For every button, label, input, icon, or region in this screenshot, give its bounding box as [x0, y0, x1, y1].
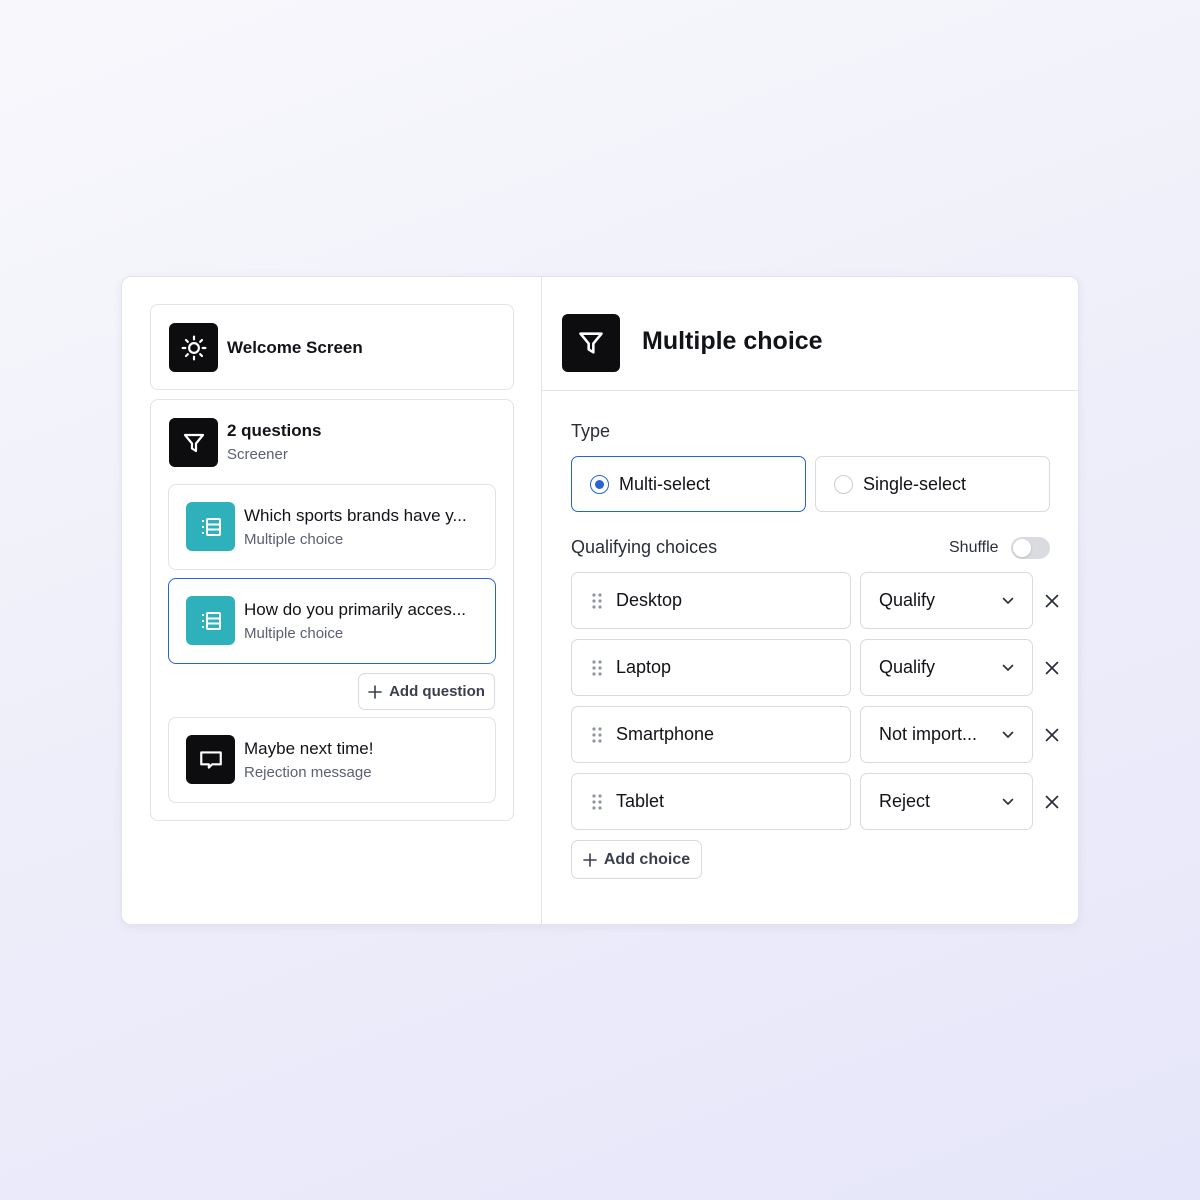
choice-rule-select[interactable]: Reject [860, 773, 1033, 830]
plus-icon [368, 684, 382, 699]
radio-unselected-icon [834, 474, 853, 494]
choice-label: Desktop [616, 590, 683, 610]
question-title: Which sports brands have y... [244, 506, 467, 525]
screener-subtitle: Screener [227, 446, 288, 463]
drag-handle-icon[interactable] [592, 726, 602, 743]
choice-rule-select[interactable]: Qualify [860, 639, 1033, 696]
question-title: How do you primarily acces... [244, 600, 467, 619]
choice-input[interactable]: Tablet [571, 773, 851, 830]
chevron-down-icon [1002, 597, 1014, 604]
single-select-label: Single-select [863, 473, 967, 494]
type-label: Type [571, 421, 611, 441]
choice-label: Smartphone [616, 724, 715, 744]
drag-handle-icon[interactable] [592, 592, 602, 609]
drag-handle-icon[interactable] [592, 793, 602, 810]
radio-selected-icon [590, 474, 609, 494]
qualifying-choices-label: Qualifying choices [571, 537, 718, 557]
shuffle-toggle[interactable] [1011, 537, 1050, 559]
question-editor: Multiple choice Type Multi-select Single… [542, 277, 1078, 924]
screener-title: 2 questions [227, 421, 322, 440]
choice-label: Laptop [616, 657, 672, 677]
remove-choice-button[interactable] [1041, 657, 1063, 679]
survey-builder-window: Welcome Screen 2 questions Screener Whic… [121, 276, 1079, 925]
add-choice-label: Add choice [603, 850, 691, 868]
choice-rule-value: Reject [879, 791, 931, 811]
plus-icon [583, 852, 597, 867]
filter-icon [169, 418, 218, 467]
screener-group: 2 questions Screener Which sports brands… [150, 399, 514, 821]
message-icon [186, 735, 235, 784]
rejection-subtitle: Rejection message [244, 764, 372, 781]
choice-input[interactable]: Laptop [571, 639, 851, 696]
question-item[interactable]: Which sports brands have y... Multiple c… [168, 484, 496, 570]
chevron-down-icon [1002, 664, 1014, 671]
single-select-option[interactable]: Single-select [815, 456, 1050, 512]
question-type: Multiple choice [244, 625, 344, 642]
shuffle-label: Shuffle [949, 539, 999, 556]
sun-icon [169, 323, 218, 372]
choice-rule-value: Qualify [879, 657, 936, 677]
multi-select-option[interactable]: Multi-select [571, 456, 806, 512]
rejection-message-card[interactable]: Maybe next time! Rejection message [168, 717, 496, 803]
add-choice-button[interactable]: Add choice [571, 840, 702, 879]
remove-choice-button[interactable] [1041, 724, 1063, 746]
welcome-screen-title: Welcome Screen [227, 338, 363, 357]
editor-header: Multiple choice [542, 277, 1078, 391]
welcome-screen-card[interactable]: Welcome Screen [150, 304, 514, 390]
question-type: Multiple choice [244, 531, 344, 548]
close-icon [1045, 594, 1059, 608]
choice-rule-value: Qualify [879, 590, 936, 610]
list-icon [186, 502, 235, 551]
choice-rule-select[interactable]: Qualify [860, 572, 1033, 629]
rejection-title: Maybe next time! [244, 739, 374, 758]
page-title: Multiple choice [642, 327, 823, 355]
question-item-selected[interactable]: How do you primarily acces... Multiple c… [168, 578, 496, 664]
multi-select-label: Multi-select [619, 473, 711, 494]
chevron-down-icon [1002, 731, 1014, 738]
choice-input[interactable]: Smartphone [571, 706, 851, 763]
chevron-down-icon [1002, 798, 1014, 805]
filter-icon [562, 314, 620, 372]
choice-rule-value: Not import... [879, 724, 978, 744]
close-icon [1045, 661, 1059, 675]
choice-input[interactable]: Desktop [571, 572, 851, 629]
drag-handle-icon[interactable] [592, 659, 602, 676]
remove-choice-button[interactable] [1041, 791, 1063, 813]
close-icon [1045, 795, 1059, 809]
remove-choice-button[interactable] [1041, 590, 1063, 612]
choice-label: Tablet [616, 791, 665, 811]
sidebar: Welcome Screen 2 questions Screener Whic… [122, 277, 542, 924]
add-question-label: Add question [389, 683, 485, 700]
choice-rule-select[interactable]: Not import... [860, 706, 1033, 763]
add-question-button[interactable]: Add question [358, 673, 495, 710]
close-icon [1045, 728, 1059, 742]
list-icon [186, 596, 235, 645]
